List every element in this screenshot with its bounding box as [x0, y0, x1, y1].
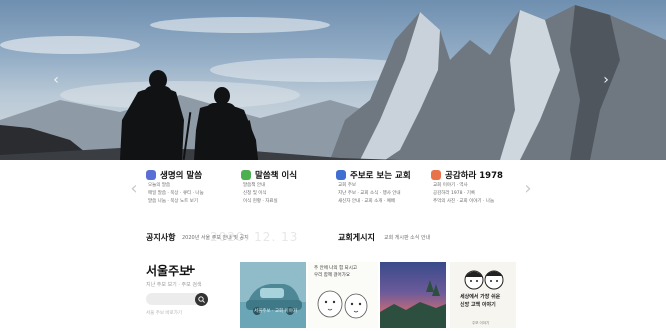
quick-link-card-3[interactable]: 주보로 보는 교회 교회 주보 지난 주보 · 교회 소식 · 행사 안내 새신…: [336, 168, 431, 218]
heart-icon: [431, 170, 441, 180]
quick-link-card-4[interactable]: 공감하라 1978 교회 이야기 · 역사 공감하라 1978 · 기록 추억의…: [431, 168, 526, 218]
quick-link-line[interactable]: 이식 현황 · 자료실: [243, 198, 336, 206]
sunset-landscape-image: [380, 280, 446, 328]
sprout-icon: [241, 170, 251, 180]
hero-prev-chevron-left-icon[interactable]: ‹: [48, 72, 64, 88]
quick-link-line[interactable]: 추억의 사진 · 교회 이야기 · 나눔: [433, 198, 526, 206]
weekly-thumbnail-3[interactable]: [380, 262, 446, 328]
quick-link-title: 생명의 말씀: [160, 171, 203, 181]
quick-link-title: 말씀책 이식: [255, 171, 298, 181]
thumbnail-footer: 주보 이야기: [472, 321, 490, 325]
characters-illustration: [317, 290, 368, 319]
weekly-search-input[interactable]: [152, 295, 192, 303]
notice-text[interactable]: 2020년 서울 주보 안내 및 공지: [182, 234, 249, 241]
quick-link-line[interactable]: 신청 및 이식: [243, 190, 336, 198]
weekly-description: 지난 주보 보기 · 주보 검색: [146, 282, 202, 288]
hero-banner: ‹ ›: [0, 0, 666, 160]
quick-link-line[interactable]: 말씀책 안내: [243, 182, 336, 190]
quick-links-row: ‹ › 생명의 말씀 오늘의 말씀 매일 말씀 · 묵상 · 큐티 · 나눔 말…: [0, 160, 666, 220]
weekly-footer-link[interactable]: 서울 주보 바로가기: [146, 310, 182, 316]
hero-next-chevron-right-icon[interactable]: ›: [598, 72, 614, 88]
quick-link-line[interactable]: 교회 주보: [338, 182, 431, 190]
quick-link-line[interactable]: 공감하라 1978 · 기록: [433, 190, 526, 198]
quick-link-title: 주보로 보는 교회: [350, 171, 411, 181]
board-text[interactable]: 교회 게시판 소식 안내: [384, 234, 430, 241]
search-icon: [198, 296, 205, 303]
quick-link-line[interactable]: 새신자 안내 · 교회 소개 · 예배: [338, 198, 431, 206]
thumbnail-caption: 서울주보 · 교회 이야기: [254, 309, 297, 314]
weekly-title: 서울주보: [146, 264, 191, 278]
board-label[interactable]: 교회게시지: [338, 232, 375, 243]
quick-link-card-1[interactable]: 생명의 말씀 오늘의 말씀 매일 말씀 · 묵상 · 큐티 · 나눔 말씀 나눔…: [146, 168, 241, 218]
notice-bar: 2020. 12. 13 공지사항 2020년 서울 주보 안내 및 공지 교회…: [0, 226, 666, 248]
quick-prev-chevron-left-icon[interactable]: ‹: [128, 178, 140, 200]
quick-link-title: 공감하라 1978: [445, 171, 503, 181]
thumbnail-caption: 세상에서 가장 쉬운: [460, 294, 501, 300]
weekly-thumbnail-1[interactable]: 서울주보 · 교회 이야기: [240, 262, 306, 328]
quick-link-card-2[interactable]: 말씀책 이식 말씀책 안내 신청 및 이식 이식 현황 · 자료실: [241, 168, 336, 218]
quick-link-line[interactable]: 교회 이야기 · 역사: [433, 182, 526, 190]
notice-label[interactable]: 공지사항: [146, 232, 175, 243]
search-button[interactable]: [195, 293, 208, 306]
quick-link-line[interactable]: 오늘의 말씀: [148, 182, 241, 190]
quick-link-line[interactable]: 말씀 나눔 · 묵상 노트 보기: [148, 198, 241, 206]
weekly-thumbnail-4[interactable]: 세상에서 가장 쉬운 신앙 고백 이야기 주보 이야기: [450, 262, 516, 328]
quick-link-line[interactable]: 매일 말씀 · 묵상 · 큐티 · 나눔: [148, 190, 241, 198]
quick-link-line[interactable]: 지난 주보 · 교회 소식 · 행사 안내: [338, 190, 431, 198]
weekly-thumbnail-2[interactable]: 주 안에 나의 힘 되시고 우리 함께 걸어가요: [308, 262, 378, 328]
hero-mountain-image: [0, 5, 666, 160]
thumbnail-caption: 신앙 고백 이야기: [460, 302, 496, 308]
car-illustration: [240, 284, 306, 328]
people-icon: [336, 170, 346, 180]
bible-icon: [146, 170, 156, 180]
weekly-more-plus-icon[interactable]: +: [186, 262, 196, 276]
